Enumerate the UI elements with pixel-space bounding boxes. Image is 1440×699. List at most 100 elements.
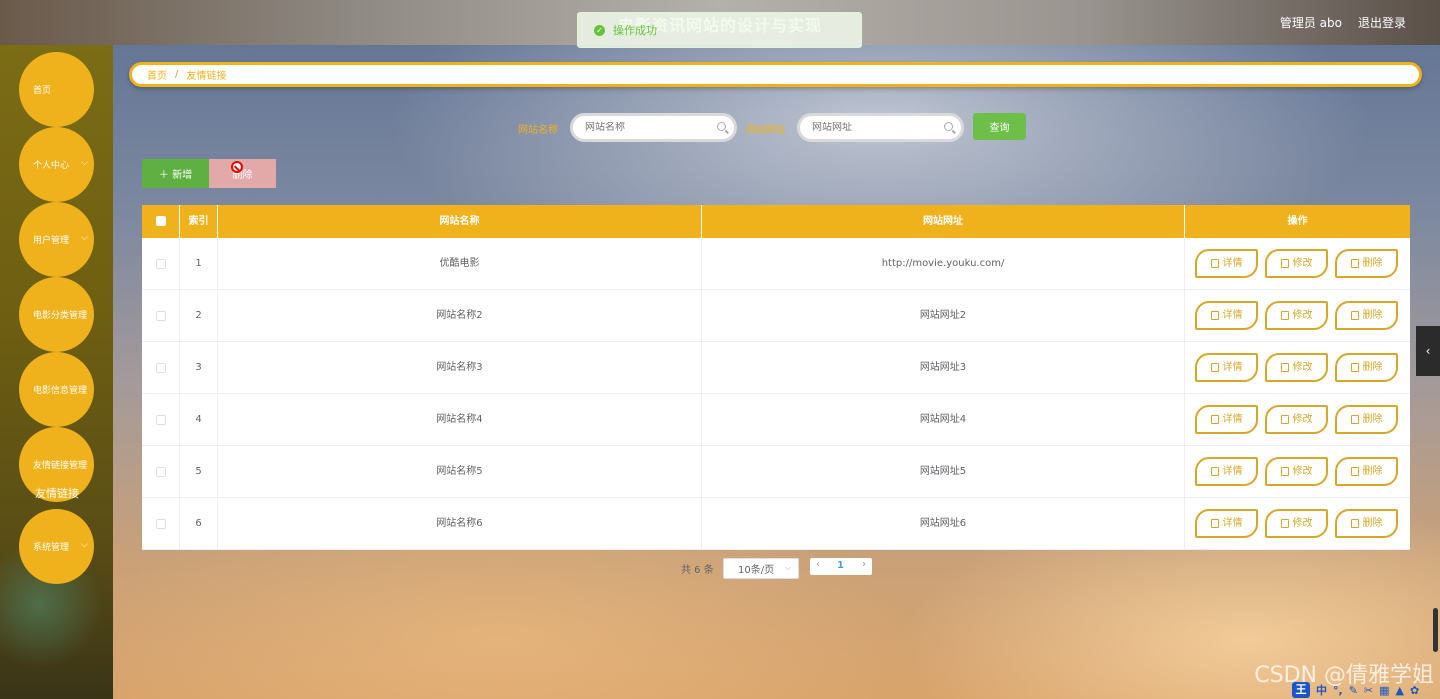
ime-punct-icon[interactable]: °,	[1333, 684, 1343, 697]
row-checkbox[interactable]	[156, 311, 166, 321]
row-select-cell	[142, 238, 180, 289]
document-icon	[1210, 259, 1219, 268]
row-checkbox[interactable]	[156, 415, 166, 425]
row-checkbox[interactable]	[156, 363, 166, 373]
edit-button[interactable]: 修改	[1265, 457, 1328, 486]
scrollbar-thumb[interactable]	[1433, 608, 1438, 652]
breadcrumb-home[interactable]: 首页	[147, 67, 167, 82]
edit-label: 修改	[1292, 518, 1313, 529]
ime-settings-icon[interactable]: ✿	[1410, 684, 1419, 697]
ime-logo-icon: 王	[1292, 682, 1310, 698]
sidebar: 首页 个人中心 ⌵ 用户管理 ⌵ 电影分类管理 电影信息管理 友情链接管理 友情…	[0, 45, 113, 699]
ime-pen-icon[interactable]: ✎	[1349, 684, 1358, 697]
row-actions: 详情 修改 删除	[1185, 238, 1410, 289]
row-checkbox[interactable]	[156, 259, 166, 269]
search-url-field[interactable]	[797, 113, 964, 142]
sidebar-item-label: 系统管理	[33, 543, 70, 553]
sidebar-item-label: 首页	[33, 86, 52, 96]
row-site-name: 优酷电影	[218, 238, 702, 289]
pencil-icon	[1280, 259, 1289, 268]
page-number-current[interactable]: 1	[837, 560, 844, 571]
query-button[interactable]: 查询	[973, 113, 1026, 140]
trash-icon	[1350, 259, 1359, 268]
row-select-cell	[142, 290, 180, 341]
sidebar-item-label: 电影信息管理	[33, 386, 88, 396]
delete-label: 删除	[1362, 466, 1383, 477]
row-select-cell	[142, 446, 180, 497]
ime-toolbar[interactable]: 王 中 °, ✎ ✂ ▦ ▲ ✿	[1292, 681, 1440, 699]
detail-button[interactable]: 详情	[1195, 405, 1258, 434]
sidebar-item-movie-info[interactable]: 电影信息管理	[19, 352, 94, 427]
row-site-url: http://movie.youku.com/	[702, 238, 1185, 289]
row-site-name: 网站名称5	[218, 446, 702, 497]
row-index: 1	[180, 238, 218, 289]
row-select-cell	[142, 342, 180, 393]
sidebar-item-movie-category[interactable]: 电影分类管理	[19, 277, 94, 352]
row-index: 5	[180, 446, 218, 497]
sidebar-subitem-friend-links[interactable]: 友情链接	[35, 485, 79, 501]
delete-label: 删除	[1362, 258, 1383, 269]
sidebar-item-system[interactable]: 系统管理 ⌵	[19, 509, 94, 584]
delete-button[interactable]: 删除	[1335, 249, 1398, 278]
edit-button[interactable]: 修改	[1265, 249, 1328, 278]
breadcrumb-separator: /	[175, 69, 179, 80]
delete-label: 删除	[1362, 414, 1383, 425]
sidebar-item-label: 个人中心	[33, 161, 70, 171]
edit-button[interactable]: 修改	[1265, 509, 1328, 538]
user-label: 管理员 abo	[1279, 16, 1342, 30]
detail-button[interactable]: 详情	[1195, 249, 1258, 278]
detail-button[interactable]: 详情	[1195, 301, 1258, 330]
batch-delete-button[interactable]: 删除	[209, 159, 276, 188]
row-index: 6	[180, 498, 218, 549]
logout-link[interactable]: 退出登录	[1358, 14, 1406, 31]
search-name-field[interactable]	[570, 113, 737, 142]
delete-button[interactable]: 删除	[1335, 405, 1398, 434]
sidebar-item-home[interactable]: 首页	[19, 52, 94, 127]
delete-button[interactable]: 删除	[1335, 457, 1398, 486]
document-icon	[1210, 311, 1219, 320]
row-checkbox[interactable]	[156, 519, 166, 529]
delete-button[interactable]: 删除	[1335, 509, 1398, 538]
chevron-right-icon[interactable]: ›	[862, 559, 866, 570]
ime-mode[interactable]: 中	[1316, 682, 1327, 698]
chevron-down-icon: ⌵	[81, 233, 88, 243]
detail-button[interactable]: 详情	[1195, 353, 1258, 382]
ime-keyboard-icon[interactable]: ▦	[1379, 684, 1389, 697]
select-all-checkbox[interactable]	[156, 216, 166, 226]
row-checkbox[interactable]	[156, 467, 166, 477]
edit-button[interactable]: 修改	[1265, 301, 1328, 330]
table-row: 1 优酷电影 http://movie.youku.com/ 详情 修改 删除	[142, 238, 1410, 290]
detail-label: 详情	[1222, 310, 1243, 321]
edit-button[interactable]: 修改	[1265, 353, 1328, 382]
column-header-index: 索引	[180, 205, 218, 238]
pencil-icon	[1280, 415, 1289, 424]
ime-shirt-icon[interactable]: ▲	[1396, 684, 1404, 697]
delete-button[interactable]: 删除	[1335, 353, 1398, 382]
detail-label: 详情	[1222, 518, 1243, 529]
chevron-down-icon: ⌵	[81, 540, 88, 550]
detail-button[interactable]: 详情	[1195, 509, 1258, 538]
detail-label: 详情	[1222, 362, 1243, 373]
breadcrumb: 首页 / 友情链接	[129, 62, 1422, 87]
delete-label: 删除	[1362, 362, 1383, 373]
add-button[interactable]: ＋ 新增	[142, 159, 209, 188]
delete-button[interactable]: 删除	[1335, 301, 1398, 330]
select-all-cell	[142, 205, 180, 238]
row-site-url: 网站网址3	[702, 342, 1185, 393]
document-icon	[1210, 467, 1219, 476]
chevron-left-icon[interactable]: ‹	[816, 559, 820, 570]
search-icon	[944, 122, 953, 131]
row-site-name: 网站名称6	[218, 498, 702, 549]
edit-button[interactable]: 修改	[1265, 405, 1328, 434]
ime-tools-icon[interactable]: ✂	[1364, 684, 1373, 697]
side-panel-toggle[interactable]: ‹	[1416, 326, 1440, 376]
search-url-input[interactable]	[812, 122, 937, 133]
sidebar-item-user-management[interactable]: 用户管理 ⌵	[19, 202, 94, 277]
page-size-select[interactable]: 10条/页 ⌵	[723, 558, 799, 579]
detail-button[interactable]: 详情	[1195, 457, 1258, 486]
search-name-input[interactable]	[585, 122, 710, 133]
search-icon	[717, 122, 726, 131]
search-url-label: 网站网址	[746, 125, 786, 136]
table-row: 4 网站名称4 网站网址4 详情 修改 删除	[142, 394, 1410, 446]
sidebar-item-personal-center[interactable]: 个人中心 ⌵	[19, 127, 94, 202]
